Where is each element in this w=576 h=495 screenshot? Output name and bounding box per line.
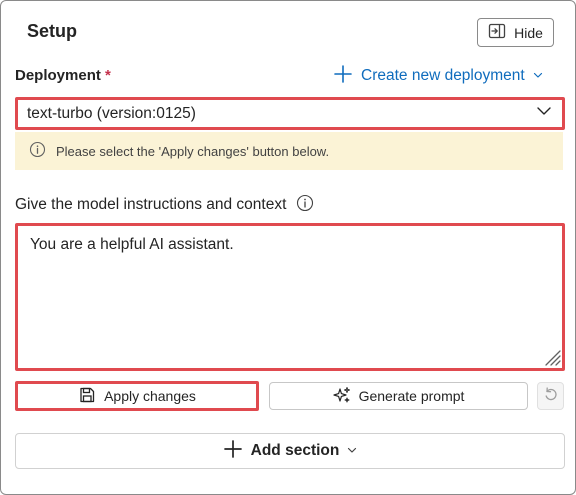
save-icon [78, 386, 96, 407]
setup-panel: Setup Hide Deployment * Create new deplo… [0, 0, 576, 495]
system-message-textarea[interactable]: You are a helpful AI assistant. [15, 223, 565, 371]
deployment-select[interactable]: text-turbo (version:0125) [15, 97, 565, 130]
plus-icon [333, 64, 353, 89]
apply-changes-label: Apply changes [104, 388, 196, 404]
deployment-label: Deployment * [15, 67, 111, 84]
panel-collapse-icon [488, 22, 506, 43]
create-deployment-link[interactable]: Create new deployment [333, 64, 543, 88]
plus-icon [223, 439, 243, 464]
undo-button[interactable] [537, 382, 564, 410]
chevron-down-icon [533, 67, 543, 85]
undo-icon [543, 386, 559, 407]
add-section-button[interactable]: Add section [15, 433, 565, 469]
hide-button-label: Hide [514, 24, 543, 41]
required-marker: * [105, 67, 111, 84]
apply-changes-notice: Please select the 'Apply changes' button… [15, 132, 563, 170]
generate-prompt-button[interactable]: Generate prompt [269, 382, 528, 410]
sparkle-icon [332, 386, 351, 407]
info-icon [29, 141, 46, 161]
panel-title: Setup [27, 21, 78, 41]
deployment-label-text: Deployment [15, 67, 101, 84]
generate-prompt-label: Generate prompt [358, 388, 465, 404]
notice-text: Please select the 'Apply changes' button… [56, 143, 330, 159]
chevron-down-icon [536, 103, 552, 124]
apply-changes-button[interactable]: Apply changes [15, 381, 259, 411]
create-deployment-label: Create new deployment [361, 67, 525, 84]
resize-handle[interactable] [541, 346, 561, 366]
add-section-label: Add section [250, 442, 340, 459]
instructions-label-text: Give the model instructions and context [15, 196, 287, 213]
deployment-selected-value: text-turbo (version:0125) [27, 104, 196, 122]
instructions-label: Give the model instructions and context [15, 194, 314, 217]
info-icon[interactable] [296, 194, 314, 217]
hide-button[interactable]: Hide [477, 18, 554, 47]
chevron-down-icon [347, 442, 357, 460]
